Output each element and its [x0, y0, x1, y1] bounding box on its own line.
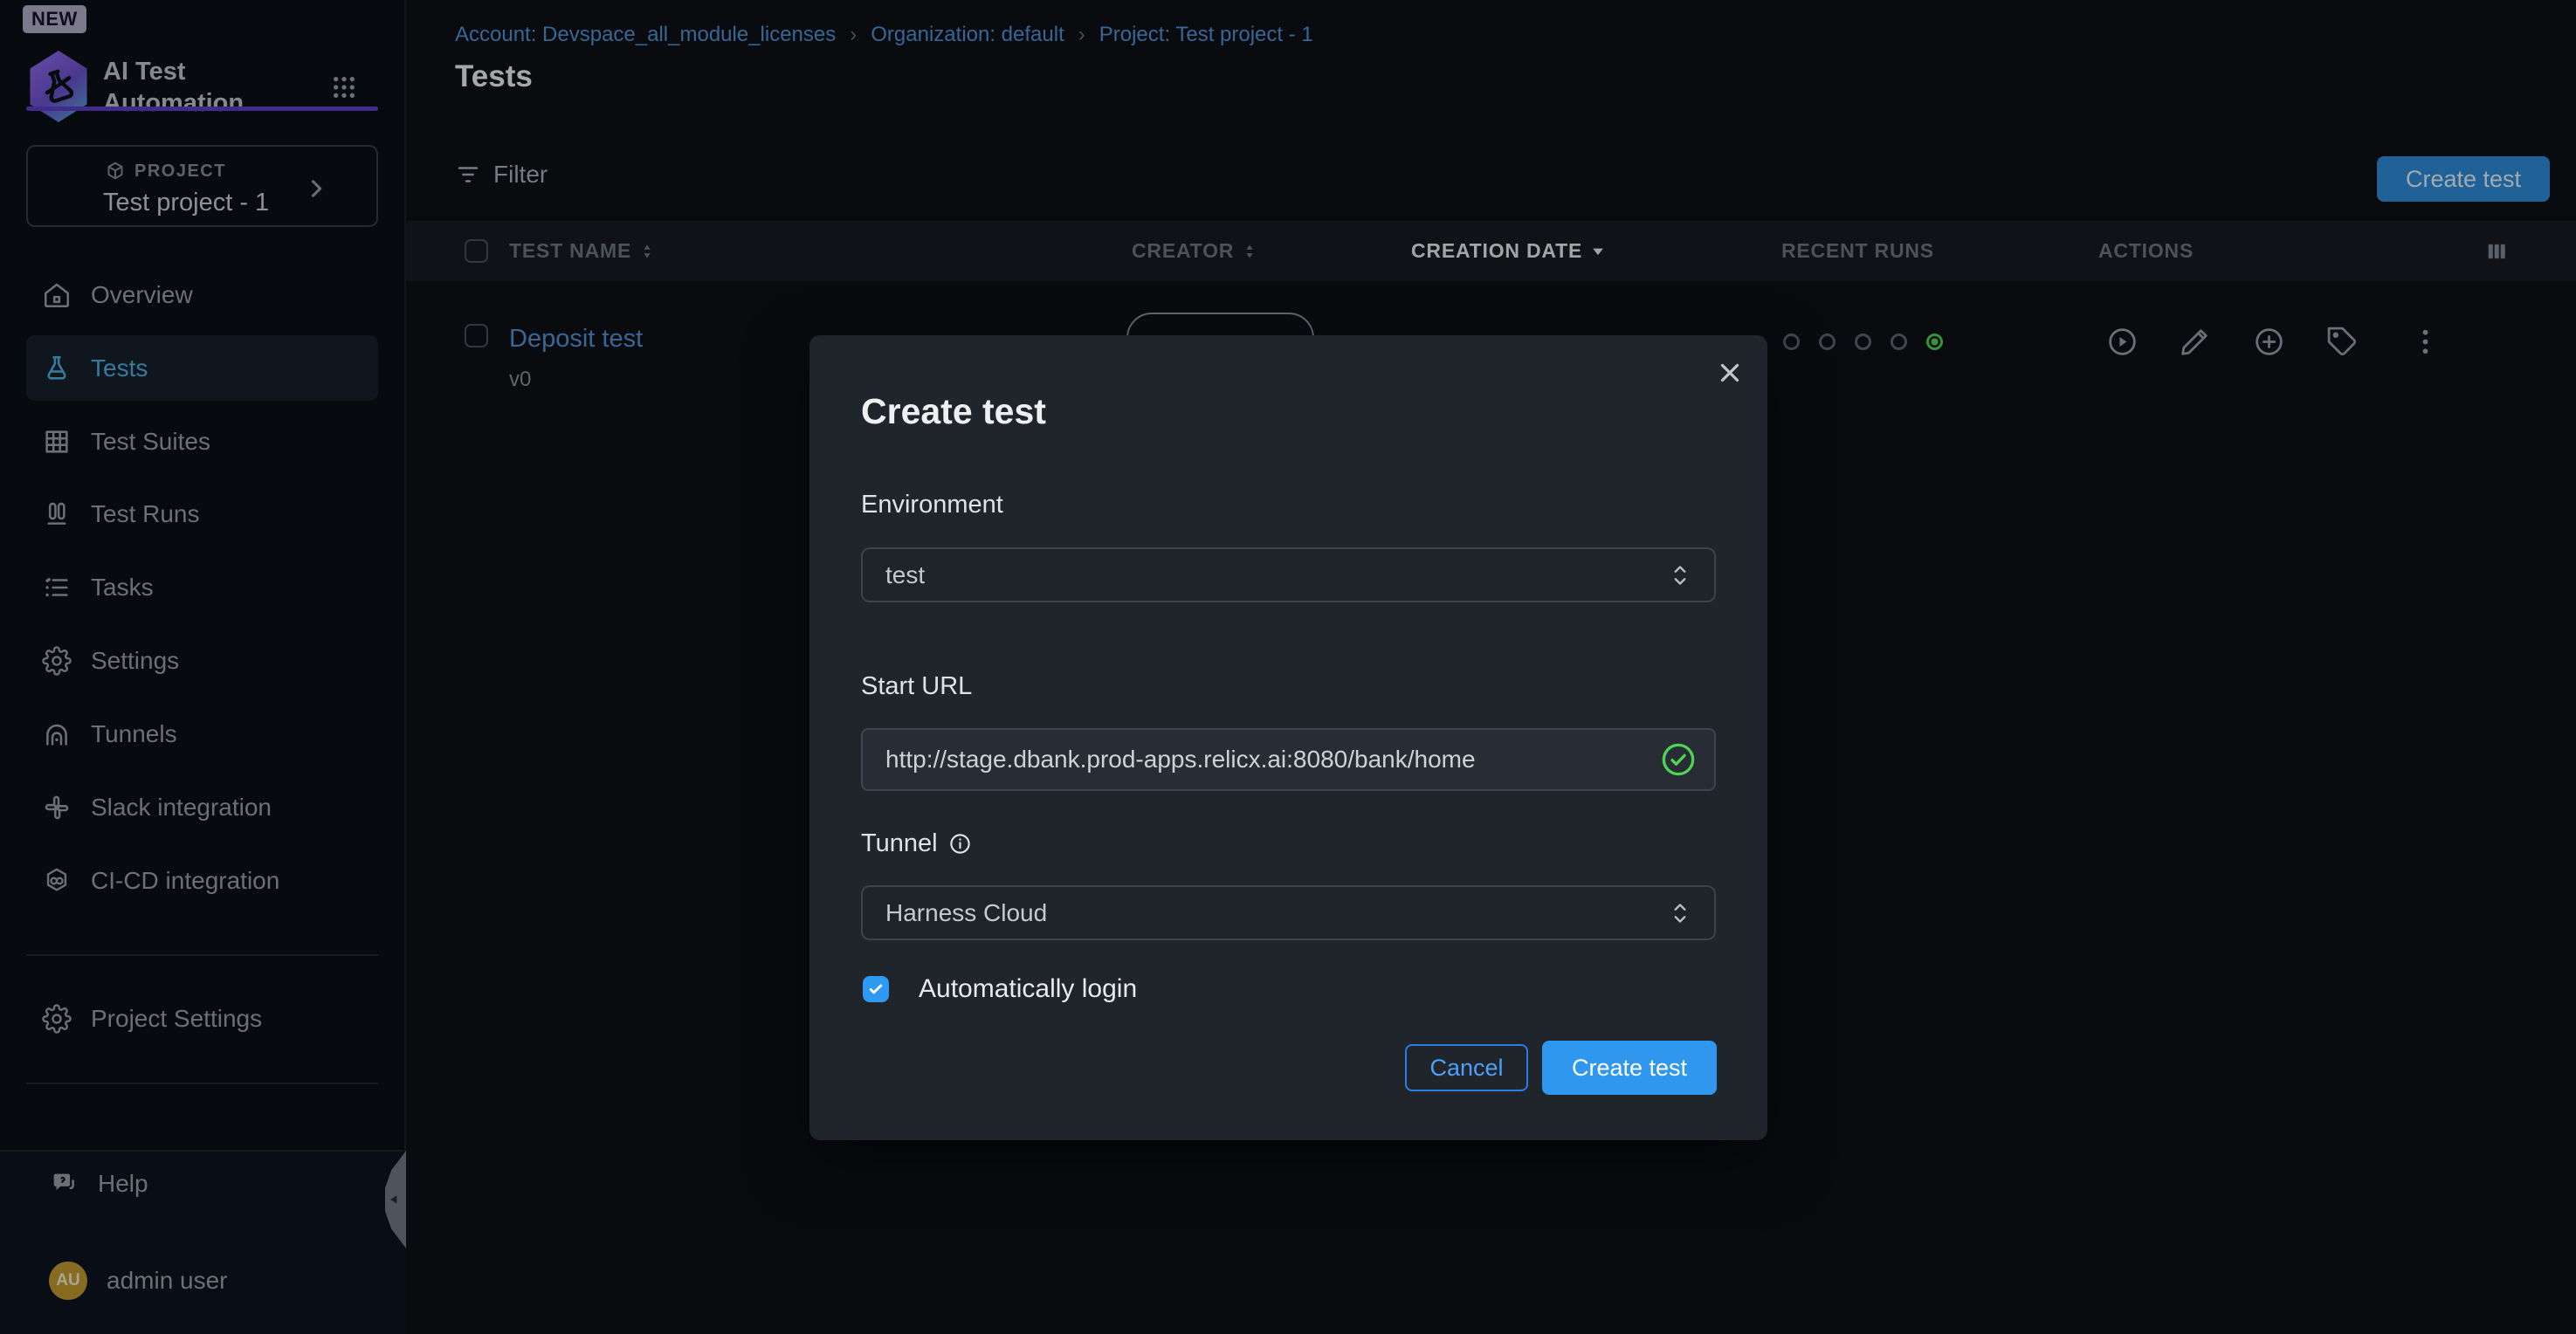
cancel-button[interactable]: Cancel: [1405, 1044, 1528, 1091]
environment-select[interactable]: test: [861, 547, 1716, 602]
close-icon[interactable]: [1715, 358, 1745, 388]
environment-value: test: [885, 561, 1669, 589]
app-root: NEW AI Test Automation PROJECT Test proj…: [0, 0, 2576, 1334]
tunnel-value: Harness Cloud: [885, 899, 1669, 927]
start-url-input[interactable]: http://stage.dbank.prod-apps.relicx.ai:8…: [861, 728, 1716, 791]
tunnel-label: Tunnel: [861, 829, 972, 858]
start-url-label: Start URL: [861, 672, 972, 701]
url-valid-check-icon: [1660, 741, 1697, 778]
create-test-modal: Create test Environment test Start URL h…: [809, 335, 1767, 1140]
tunnel-select[interactable]: Harness Cloud: [861, 885, 1716, 940]
auto-login-label: Automatically login: [919, 974, 1137, 1004]
auto-login-row: Automatically login: [863, 974, 1137, 1004]
modal-title: Create test: [861, 391, 1046, 432]
tunnel-label-text: Tunnel: [861, 829, 938, 858]
select-chevrons-icon: [1669, 898, 1691, 928]
checkmark-icon: [867, 980, 885, 998]
auto-login-checkbox[interactable]: [863, 976, 889, 1002]
select-chevrons-icon: [1669, 560, 1691, 590]
info-icon[interactable]: [948, 832, 972, 856]
environment-label: Environment: [861, 491, 1003, 519]
modal-create-test-button[interactable]: Create test: [1542, 1041, 1717, 1095]
start-url-value: http://stage.dbank.prod-apps.relicx.ai:8…: [885, 746, 1660, 774]
